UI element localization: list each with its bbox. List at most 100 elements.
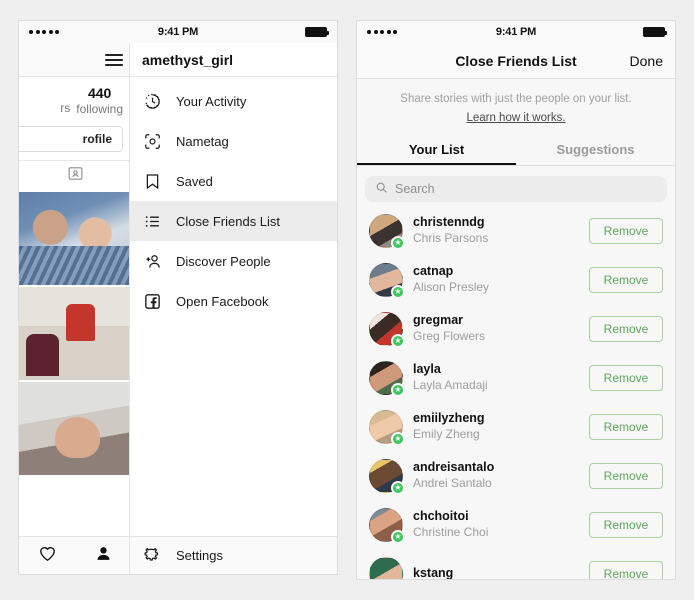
friend-row[interactable]: ★ christenndg Chris Parsons Remove xyxy=(357,206,675,255)
facebook-icon xyxy=(142,291,162,311)
close-friend-star-badge: ★ xyxy=(391,480,405,495)
friend-names: catnap Alison Presley xyxy=(413,264,589,295)
navigation-bar: Close Friends List Done xyxy=(357,43,675,79)
close-friend-star-badge: ★ xyxy=(391,284,405,299)
menu-item-open-facebook[interactable]: Open Facebook xyxy=(130,281,337,321)
remove-button[interactable]: Remove xyxy=(589,462,663,489)
profile-header xyxy=(19,43,131,77)
menu-item-label: Your Activity xyxy=(176,93,247,109)
avatar-image xyxy=(369,556,403,579)
remove-button[interactable]: Remove xyxy=(589,560,663,579)
friend-fullname: Emily Zheng xyxy=(413,426,480,441)
done-button[interactable]: Done xyxy=(630,53,675,69)
menu-item-discover-people[interactable]: Discover People xyxy=(130,241,337,281)
search-icon xyxy=(375,181,388,197)
menu-item-nametag[interactable]: Nametag xyxy=(130,121,337,161)
remove-button[interactable]: Remove xyxy=(589,217,663,244)
friend-username: catnap xyxy=(413,264,454,279)
friend-row[interactable]: ★ chchoitoi Christine Choi Remove xyxy=(357,500,675,549)
menu-item-close-friends-list[interactable]: Close Friends List xyxy=(130,201,337,241)
remove-button[interactable]: Remove xyxy=(589,364,663,391)
avatar[interactable]: ★ xyxy=(369,360,405,397)
blurb-section: Share stories with just the people on yo… xyxy=(357,79,675,137)
avatar[interactable]: ★ xyxy=(369,458,405,495)
menu-item-saved[interactable]: Saved xyxy=(130,161,337,201)
close-friends-list: ★ christenndg Chris Parsons Remove ★ cat… xyxy=(357,206,675,579)
friend-fullname: Christine Choi xyxy=(413,524,489,539)
person-filled-icon[interactable] xyxy=(94,544,113,568)
menu-item-settings[interactable]: Settings xyxy=(130,536,337,574)
avatar[interactable]: ★ xyxy=(369,311,405,348)
remove-button[interactable]: Remove xyxy=(589,315,663,342)
friend-username: andreisantalo xyxy=(413,460,495,475)
menu-item-label: Saved xyxy=(176,173,213,189)
search-section: Search xyxy=(357,166,675,207)
friend-names: layla Layla Amadaji xyxy=(413,362,589,393)
avatar[interactable]: ★ xyxy=(369,507,405,544)
hamburger-icon[interactable] xyxy=(105,51,123,69)
following-count: 440 xyxy=(87,85,112,101)
battery-icon xyxy=(305,27,329,37)
menu-item-label: Nametag xyxy=(176,133,229,149)
menu-item-your-activity[interactable]: Your Activity xyxy=(130,81,337,121)
heart-icon[interactable] xyxy=(38,544,57,568)
gear-icon xyxy=(142,546,162,566)
menu-item-list: Your Activity Nametag Saved Close Friend… xyxy=(130,77,337,536)
friend-names: gregmar Greg Flowers xyxy=(413,313,589,344)
profile-stats: rs 440 following xyxy=(19,77,131,120)
clock-activity-icon xyxy=(142,91,162,111)
friend-row[interactable]: ★ kstang Remove xyxy=(357,549,675,579)
remove-button[interactable]: Remove xyxy=(589,266,663,293)
menu-item-label: Discover People xyxy=(176,253,271,269)
avatar[interactable]: ★ xyxy=(369,213,405,250)
bookmark-icon xyxy=(142,171,162,191)
status-bar-left: 9:41 PM xyxy=(19,21,337,43)
slideout-menu: amethyst_girl Your Activity Nametag Save… xyxy=(129,43,337,574)
edit-profile-button[interactable]: rofile xyxy=(19,126,123,152)
status-bar-right: 9:41 PM xyxy=(357,21,675,43)
tab-your-list[interactable]: Your List xyxy=(357,136,516,165)
page-title: Close Friends List xyxy=(455,52,577,69)
remove-button[interactable]: Remove xyxy=(589,413,663,440)
friend-fullname: Greg Flowers xyxy=(413,328,486,343)
friend-username: layla xyxy=(413,362,441,377)
grid-photo[interactable] xyxy=(19,382,131,475)
friend-row[interactable]: ★ gregmar Greg Flowers Remove xyxy=(357,304,675,353)
avatar[interactable]: ★ xyxy=(369,262,405,299)
friend-row[interactable]: ★ layla Layla Amadaji Remove xyxy=(357,353,675,402)
friend-fullname: Alison Presley xyxy=(413,279,490,294)
grid-photo[interactable] xyxy=(19,192,131,285)
friend-names: emiilyzheng Emily Zheng xyxy=(413,411,589,442)
menu-item-label: Open Facebook xyxy=(176,293,269,309)
search-input[interactable]: Search xyxy=(365,176,667,203)
friend-row[interactable]: ★ catnap Alison Presley Remove xyxy=(357,255,675,304)
profile-tabbar xyxy=(19,160,131,190)
status-time: 9:41 PM xyxy=(495,26,537,38)
tab-suggestions[interactable]: Suggestions xyxy=(516,136,675,165)
nametag-tab-icon[interactable] xyxy=(67,165,84,187)
friend-names: christenndg Chris Parsons xyxy=(413,215,589,246)
list-icon xyxy=(142,211,162,231)
friend-names: kstang xyxy=(413,566,589,579)
following-stat[interactable]: 440 following xyxy=(76,85,131,116)
edit-profile-label: rofile xyxy=(82,132,112,146)
status-time: 9:41 PM xyxy=(157,26,199,38)
followers-label-cut: rs xyxy=(60,101,71,115)
friend-username: gregmar xyxy=(413,313,464,328)
bottom-nav-bar xyxy=(19,536,131,574)
blurb-text: Share stories with just the people on yo… xyxy=(400,93,632,105)
avatar[interactable]: ★ xyxy=(369,409,405,446)
grid-photo[interactable] xyxy=(19,287,131,380)
tab-bar: Your List Suggestions xyxy=(357,136,675,167)
remove-button[interactable]: Remove xyxy=(589,511,663,538)
friend-row[interactable]: ★ andreisantalo Andrei Santalo Remove xyxy=(357,451,675,500)
menu-item-label: Close Friends List xyxy=(176,213,281,229)
friend-row[interactable]: ★ emiilyzheng Emily Zheng Remove xyxy=(357,402,675,451)
nametag-icon xyxy=(142,131,162,151)
friend-username: chchoitoi xyxy=(413,509,469,524)
avatar[interactable]: ★ xyxy=(369,556,405,579)
friend-names: chchoitoi Christine Choi xyxy=(413,509,589,540)
learn-how-it-works-link[interactable]: Learn how it works. xyxy=(466,112,565,124)
close-friend-star-badge: ★ xyxy=(391,382,405,397)
close-friend-star-badge: ★ xyxy=(391,431,405,446)
